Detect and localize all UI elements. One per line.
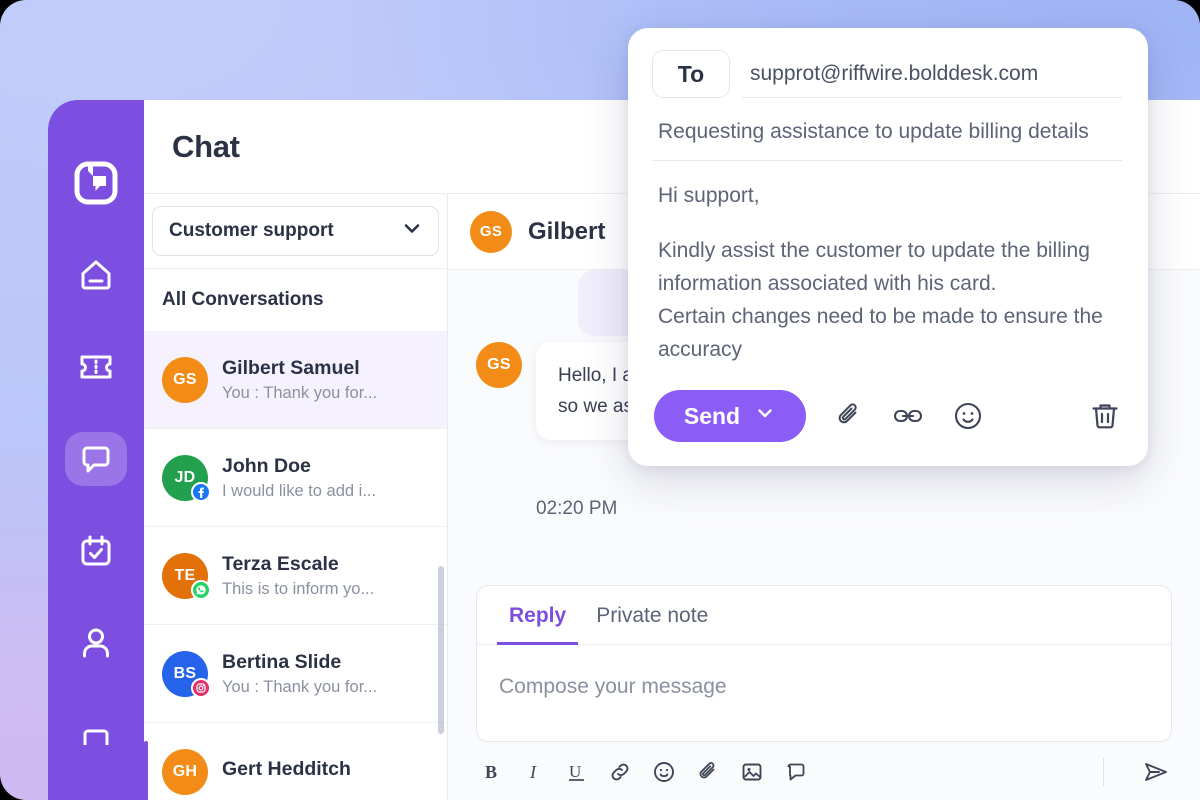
list-item-text: Gilbert Samuel You : Thank you for... [222, 357, 431, 403]
list-item-name: Gert Hedditch [222, 758, 351, 780]
filter-bar: Customer support [144, 194, 447, 269]
list-item-snippet: You : Thank you for... [222, 677, 378, 696]
body-line-1: Kindly assist the customer to update the… [658, 239, 1090, 295]
list-item-name: John Doe [222, 454, 311, 477]
tab-reply[interactable]: Reply [497, 586, 579, 645]
list-item[interactable]: GH Gert Hedditch [144, 723, 447, 800]
conversation-list[interactable]: GS Gilbert Samuel You : Thank you for...… [144, 331, 447, 800]
list-item[interactable]: JD John Doe I would like to add i... [144, 429, 447, 527]
list-item-snippet: I would like to add i... [222, 481, 377, 500]
whatsapp-icon [191, 579, 211, 600]
emoji-icon[interactable] [652, 760, 676, 784]
list-item[interactable]: TE Terza Escale This is to inform yo... [144, 527, 447, 625]
format-toolbar: B I U [476, 742, 1172, 800]
report-icon [76, 725, 116, 745]
attachment-icon[interactable] [834, 401, 864, 431]
svg-text:U: U [569, 762, 581, 781]
message-input[interactable]: Compose your message [477, 645, 1171, 741]
sidebar-item-tasks[interactable] [65, 524, 127, 578]
facebook-icon [191, 481, 211, 502]
left-nav-rail [48, 100, 144, 800]
chevron-down-icon [400, 216, 424, 246]
chat-bubble-icon [76, 439, 116, 479]
conversation-list-panel: Customer support All Conversations GS Gi… [144, 194, 448, 800]
calendar-check-icon [76, 531, 116, 571]
bold-icon[interactable]: B [482, 761, 504, 783]
avatar: JD [162, 454, 211, 502]
avatar: BS [162, 650, 211, 698]
body-line-greeting: Hi support, [658, 184, 760, 207]
toolbar-divider [1103, 758, 1104, 786]
chevron-down-icon [754, 402, 776, 430]
instagram-icon [191, 677, 211, 698]
avatar: TE [162, 552, 211, 600]
italic-icon[interactable]: I [524, 761, 546, 783]
compose-email-popup: To supprot@riffwire.bolddesk.com Request… [628, 28, 1148, 466]
message-timestamp: 02:20 PM [536, 498, 618, 519]
conversation-list-scrollbar[interactable] [438, 566, 444, 734]
list-item-text: Gert Hedditch [222, 758, 431, 785]
ticket-icon [76, 347, 116, 387]
list-item-name: Gilbert Samuel [222, 356, 360, 379]
sidebar-item-contacts[interactable] [65, 616, 127, 670]
composer-box: Reply Private note Compose your message [476, 585, 1172, 742]
sidebar-item-tickets[interactable] [65, 340, 127, 394]
tab-private-note[interactable]: Private note [584, 586, 720, 645]
inbox-filter-select[interactable]: Customer support [152, 206, 439, 256]
sidebar-item-extra[interactable] [65, 708, 127, 762]
list-item-text: Bertina Slide You : Thank you for... [222, 651, 431, 697]
comment-icon[interactable] [784, 760, 808, 784]
send-button-label: Send [683, 402, 741, 429]
chat-contact-name: Gilbert [528, 217, 606, 245]
emoji-icon[interactable] [952, 400, 984, 432]
link-icon[interactable] [608, 760, 632, 784]
underline-icon[interactable]: U [566, 761, 588, 783]
avatar-initials: GH [162, 748, 208, 795]
page-title: Chat [172, 128, 240, 164]
send-arrow-icon[interactable] [1142, 758, 1170, 786]
sidebar-item-home[interactable] [65, 248, 127, 302]
svg-text:B: B [485, 762, 497, 782]
sidebar-item-chat[interactable] [65, 432, 127, 486]
trash-icon[interactable] [1088, 399, 1122, 433]
home-icon [76, 255, 116, 295]
link-icon[interactable] [892, 400, 924, 432]
boldesk-logo-icon [65, 156, 127, 210]
subject-input[interactable]: Requesting assistance to update billing … [652, 110, 1122, 161]
body-line-2: Certain changes need to be made to ensur… [658, 305, 1103, 361]
list-item-name: Terza Escale [222, 552, 339, 575]
avatar: GS [162, 356, 208, 403]
avatar-initials: GS [476, 342, 522, 388]
send-button[interactable]: Send [654, 390, 806, 442]
popup-action-bar: Send [628, 372, 1148, 466]
to-recipient-input[interactable]: supprot@riffwire.bolddesk.com [742, 50, 1122, 98]
inbox-filter-value: Customer support [169, 220, 334, 241]
list-item[interactable]: BS Bertina Slide You : Thank you for... [144, 625, 447, 723]
reply-composer: Reply Private note Compose your message … [448, 585, 1200, 800]
composer-tabs: Reply Private note [477, 586, 1171, 645]
svg-text:I: I [529, 762, 537, 782]
to-label: To [652, 50, 730, 98]
popup-to-row: To supprot@riffwire.bolddesk.com [628, 28, 1148, 98]
person-icon [76, 623, 116, 663]
list-item-text: John Doe I would like to add i... [222, 455, 431, 501]
avatar: GH [162, 748, 208, 795]
avatar-initials: GS [470, 210, 512, 253]
list-item-name: Bertina Slide [222, 650, 342, 673]
list-item-snippet: You : Thank you for... [222, 383, 378, 402]
avatar-initials: GS [162, 356, 208, 403]
list-item-text: Terza Escale This is to inform yo... [222, 553, 431, 599]
list-item-snippet: This is to inform yo... [222, 579, 375, 598]
attachment-icon[interactable] [696, 760, 720, 784]
image-icon[interactable] [740, 760, 764, 784]
email-body-input[interactable]: Hi support, Kindly assist the customer t… [628, 161, 1148, 372]
list-item[interactable]: GS Gilbert Samuel You : Thank you for... [144, 331, 447, 429]
list-section-header: All Conversations [162, 289, 324, 310]
